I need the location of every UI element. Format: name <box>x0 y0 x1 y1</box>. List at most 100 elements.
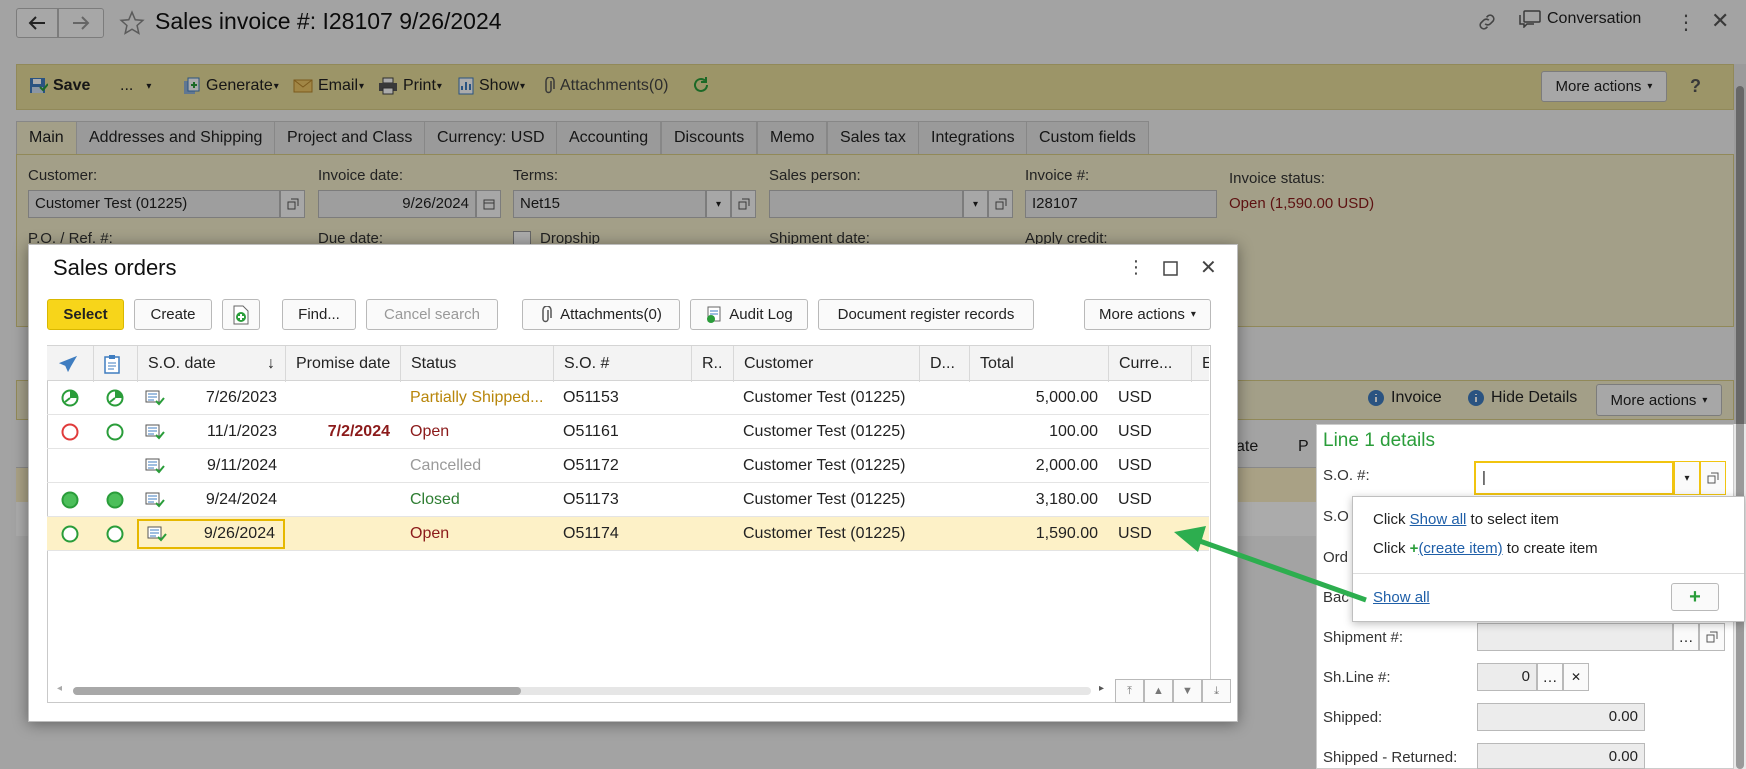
so-number-cell: O51161 <box>563 423 619 440</box>
create-button[interactable]: Create <box>134 299 212 330</box>
document-icon[interactable] <box>147 525 167 543</box>
so-date-value: 9/24/2024 <box>205 491 277 508</box>
shipped-returned-field[interactable]: 0.00 <box>1477 743 1645 769</box>
page-first-button[interactable]: ⤒ <box>1115 679 1144 703</box>
add-document-button[interactable] <box>222 299 260 330</box>
col-so-date[interactable]: S.O. date ↓ <box>137 346 285 382</box>
page-last-button[interactable]: ⤓ <box>1202 679 1231 703</box>
dialog-more-actions-button[interactable]: More actions ▾ <box>1084 299 1211 330</box>
promise-date-cell <box>285 517 400 551</box>
col-total-label: Total <box>980 355 1014 372</box>
open-window-icon <box>1707 472 1719 484</box>
col-so-date-label: S.O. date <box>148 355 216 372</box>
r-cell <box>691 483 733 517</box>
order-label: Ord <box>1323 549 1349 566</box>
page-prev-button[interactable]: ▲ <box>1144 679 1173 703</box>
shipping-status-icon <box>47 483 93 517</box>
select-button[interactable]: Select <box>47 299 124 330</box>
col-currency[interactable]: Curre... <box>1108 346 1191 382</box>
attachments-label: Attachments(0) <box>560 306 662 323</box>
popover-text: to select item <box>1466 511 1559 528</box>
col-r[interactable]: R.. <box>691 346 733 382</box>
dialog-attachments-button[interactable]: Attachments(0) <box>522 299 680 330</box>
total-cell: 1,590.00 <box>1035 525 1098 542</box>
fulfillment-status-icon <box>93 449 137 483</box>
so-label: S.O. #: <box>1323 467 1370 484</box>
clipboard-icon <box>104 354 120 374</box>
so-open-button[interactable] <box>1700 461 1726 495</box>
r-cell <box>691 449 733 483</box>
create-item-button[interactable]: + <box>1671 583 1719 611</box>
shipped-label: Shipped: <box>1323 709 1383 726</box>
scroll-right-icon[interactable]: ▸ <box>1099 683 1104 694</box>
so-dropdown-button[interactable]: ▾ <box>1674 461 1700 495</box>
table-row[interactable]: 9/11/2024 Cancelled O51172 Customer Test (0… <box>47 449 1209 483</box>
total-cell: 2,000.00 <box>1035 457 1098 474</box>
horizontal-scrollbar-thumb[interactable] <box>73 687 521 695</box>
col-r-label: R.. <box>702 355 723 372</box>
col-customer[interactable]: Customer <box>733 346 919 382</box>
shipment-lookup-button[interactable]: … <box>1673 623 1699 651</box>
d-cell <box>919 415 969 449</box>
shline-lookup-button[interactable]: … <box>1537 663 1563 691</box>
find-button[interactable]: Find... <box>282 299 356 330</box>
so-input[interactable]: | <box>1474 461 1674 495</box>
kebab-menu-icon[interactable]: ⋮ <box>1127 257 1145 278</box>
document-icon[interactable] <box>145 423 165 441</box>
col-status[interactable]: Status <box>400 346 553 382</box>
col-e-label: E: <box>1202 355 1209 373</box>
fulfillment-status-icon <box>93 381 137 415</box>
r-cell <box>691 517 733 551</box>
col-so-no[interactable]: S.O. # <box>553 346 691 382</box>
audit-log-button[interactable]: Audit Log <box>690 299 808 330</box>
document-register-button[interactable]: Document register records <box>818 299 1034 330</box>
cancel-search-button[interactable]: Cancel search <box>366 299 498 330</box>
show-all-link[interactable]: Show all <box>1373 589 1430 606</box>
maximize-icon[interactable] <box>1163 261 1178 276</box>
d-cell <box>919 381 969 415</box>
close-icon[interactable]: ✕ <box>1200 255 1217 280</box>
customer-cell: Customer Test (01225) <box>743 423 906 440</box>
popover-text: Click <box>1373 540 1410 557</box>
document-icon[interactable] <box>145 457 165 475</box>
add-document-icon <box>232 305 250 325</box>
fulfillment-status-icon <box>93 517 137 551</box>
so-date-value: 7/26/2023 <box>205 389 277 406</box>
shipment-open-button[interactable] <box>1699 623 1725 651</box>
popover-line-2: Click +(create item) to create item <box>1373 540 1598 557</box>
promise-date-cell <box>285 381 400 415</box>
table-row[interactable]: 9/24/2024 Closed O51173 Customer Test (0122… <box>47 483 1209 517</box>
r-cell <box>691 381 733 415</box>
col-clipboard[interactable] <box>93 346 137 382</box>
col-e[interactable]: E: <box>1191 346 1209 382</box>
shline-field[interactable]: 0 <box>1477 663 1537 691</box>
table-row[interactable]: 9/26/2024 Open O51174 Customer Test (01225)… <box>47 517 1209 551</box>
shline-label: Sh.Line #: <box>1323 669 1391 686</box>
col-total[interactable]: Total <box>969 346 1108 382</box>
document-icon[interactable] <box>145 491 165 509</box>
scroll-left-icon[interactable]: ◂ <box>57 683 62 694</box>
table-row[interactable]: 11/1/2023 7/2/2024 Open O51161 Customer Test… <box>47 415 1209 449</box>
col-d[interactable]: D... <box>919 346 969 382</box>
so-date-cell: 9/11/2024 <box>137 449 285 483</box>
create-item-link[interactable]: (create item) <box>1418 540 1502 557</box>
popover-divider <box>1353 573 1744 574</box>
total-cell: 100.00 <box>1049 423 1098 440</box>
promise-date-cell: 7/2/2024 <box>327 423 390 440</box>
shipped-field[interactable]: 0.00 <box>1477 703 1645 731</box>
shipment-no-field[interactable] <box>1477 623 1673 651</box>
table-row[interactable]: 7/26/2023 Partially Shipped... O51153 Custo… <box>47 381 1209 415</box>
caret-down-icon: ▾ <box>1190 309 1196 320</box>
col-d-label: D... <box>930 355 955 372</box>
status-cell: Closed <box>410 491 460 508</box>
total-cell: 5,000.00 <box>1035 389 1098 406</box>
page-next-button[interactable]: ▼ <box>1173 679 1202 703</box>
col-customer-label: Customer <box>744 355 814 372</box>
shline-clear-button[interactable]: ✕ <box>1563 663 1589 691</box>
col-shipping[interactable] <box>47 346 93 382</box>
show-all-inline-link[interactable]: Show all <box>1410 511 1467 528</box>
document-icon[interactable] <box>145 389 165 407</box>
col-so-no-label: S.O. # <box>564 355 610 372</box>
col-promise-date[interactable]: Promise date <box>285 346 400 382</box>
so-date-cell: 9/24/2024 <box>137 483 285 517</box>
